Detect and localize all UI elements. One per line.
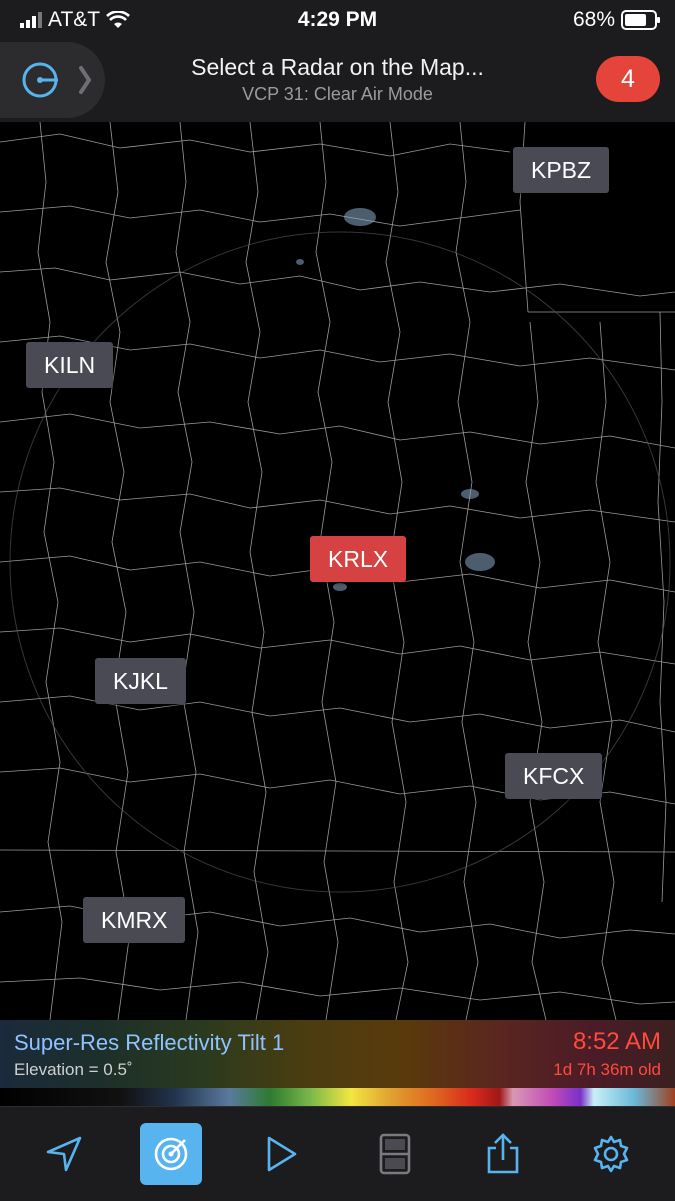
- product-name: Super-Res Reflectivity Tilt 1: [14, 1030, 285, 1055]
- status-bar: AT&T 4:29 PM 68%: [0, 0, 675, 38]
- bottom-toolbar: [0, 1106, 675, 1201]
- location-button[interactable]: [33, 1123, 95, 1185]
- play-icon: [267, 1136, 297, 1172]
- radar-site-kpbz[interactable]: KPBZ: [513, 147, 610, 193]
- location-arrow-icon: [46, 1136, 82, 1172]
- radar-icon: [154, 1137, 188, 1171]
- battery-percent: 68%: [572, 8, 615, 31]
- radar-site-kjkl[interactable]: KJKL: [95, 658, 186, 704]
- radar-site-kfcx[interactable]: KFCX: [505, 753, 603, 799]
- header-subtitle: VCP 31: Clear Air Mode: [242, 84, 433, 104]
- header-bar: Select a Radar on the Map... VCP 31: Cle…: [0, 38, 675, 122]
- scan-age: 1d 7h 36m old: [553, 1060, 661, 1079]
- battery-group: 68%: [573, 8, 661, 32]
- gear-icon: [593, 1135, 629, 1173]
- chevron-right-icon: [79, 66, 92, 94]
- share-button[interactable]: [472, 1123, 534, 1185]
- product-legend[interactable]: Super-Res Reflectivity Tilt 1 Elevation …: [0, 1020, 675, 1088]
- elevation-label: Elevation = 0.5˚: [14, 1060, 133, 1079]
- layout-icon: [379, 1133, 411, 1175]
- share-icon: [487, 1133, 519, 1174]
- radar-site-kiln[interactable]: KILN: [26, 342, 114, 388]
- header-title: Select a Radar on the Map...: [191, 54, 484, 80]
- radar-site-krlx[interactable]: KRLX: [310, 536, 407, 582]
- layout-button[interactable]: [364, 1123, 426, 1185]
- battery-icon: [621, 10, 660, 30]
- reflectivity-colorbar: [0, 1088, 675, 1106]
- collapse-panel-button[interactable]: [0, 42, 105, 118]
- radar-button[interactable]: [140, 1123, 202, 1185]
- play-button[interactable]: [250, 1123, 312, 1185]
- alert-count-badge[interactable]: 4: [596, 56, 660, 102]
- radar-site-kmrx[interactable]: KMRX: [83, 897, 186, 943]
- scan-time: 8:52 AM: [572, 1028, 661, 1055]
- settings-button[interactable]: [580, 1123, 642, 1185]
- reflectivity-returns: [296, 208, 495, 591]
- radar-map[interactable]: KPBZ KILN KRLX KJKL KFCX KMRX: [0, 122, 675, 1020]
- radar-target-icon: [22, 62, 58, 98]
